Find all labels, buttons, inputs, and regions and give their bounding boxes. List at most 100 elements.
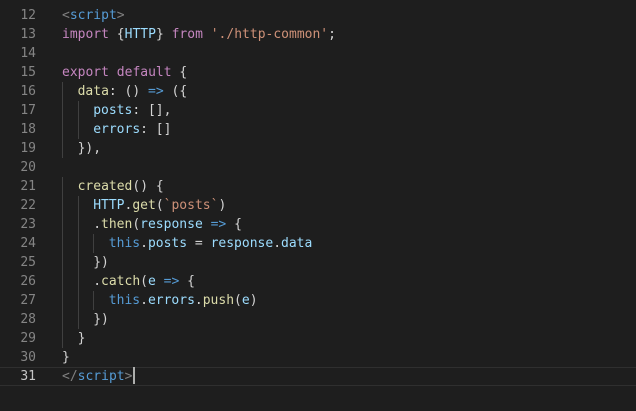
code-token: HTTP bbox=[93, 198, 125, 213]
indent-guide bbox=[77, 101, 79, 120]
code-line[interactable]: 26 .catch(e => { bbox=[0, 272, 636, 291]
code-line[interactable]: 20 bbox=[0, 158, 636, 177]
code-token: => bbox=[210, 217, 227, 232]
indent-guide bbox=[77, 215, 79, 234]
code-line[interactable]: 22 HTTP.get(`posts`) bbox=[0, 196, 636, 215]
code-token: => bbox=[163, 274, 180, 289]
code-token: created bbox=[77, 179, 133, 194]
code-line[interactable]: 13 import {HTTP} from './http-common'; bbox=[0, 25, 636, 44]
code-line[interactable]: 19}), bbox=[0, 139, 636, 158]
code-line[interactable]: 18 errors: [] bbox=[0, 120, 636, 139]
indent-guide bbox=[62, 177, 63, 196]
code-token: ( bbox=[155, 198, 164, 213]
code-token: get bbox=[132, 198, 156, 213]
line-number: 19 bbox=[20, 141, 36, 156]
code-line[interactable]: 27 this.errors.push(e) bbox=[0, 291, 636, 310]
code-editor[interactable]: 12 <script> 13 import {HTTP} from './http-c… bbox=[0, 0, 636, 411]
code-token: response bbox=[210, 236, 274, 251]
indent-guide bbox=[62, 234, 63, 253]
line-number: 22 bbox=[20, 198, 36, 213]
code-token: export bbox=[62, 65, 109, 80]
code-token: . bbox=[273, 236, 282, 251]
line-number: 13 bbox=[20, 27, 36, 42]
line-number: 21 bbox=[20, 179, 36, 194]
code-line[interactable]: 28}) bbox=[0, 310, 636, 329]
line-number: 18 bbox=[20, 122, 36, 137]
text-cursor bbox=[133, 367, 136, 384]
code-text: errors: [] bbox=[93, 120, 171, 139]
code-token: . bbox=[140, 293, 148, 308]
line-number: 25 bbox=[20, 255, 36, 270]
code-token: </ bbox=[62, 369, 78, 384]
indent-guide bbox=[77, 196, 79, 215]
code-token: }) bbox=[93, 312, 109, 327]
code-token: . bbox=[140, 236, 148, 251]
code-text: </script> bbox=[62, 367, 136, 386]
indent-guide bbox=[62, 253, 63, 272]
code-text: created() { bbox=[78, 177, 164, 196]
line-number: 14 bbox=[20, 46, 36, 61]
code-text: }) bbox=[93, 310, 109, 329]
code-token: catch bbox=[101, 274, 141, 289]
code-token: : () bbox=[108, 84, 149, 99]
line-number: 28 bbox=[20, 312, 36, 327]
code-text: } bbox=[78, 329, 86, 348]
code-line[interactable]: 25}) bbox=[0, 253, 636, 272]
code-token: e bbox=[241, 293, 250, 308]
code-token: import bbox=[62, 27, 109, 42]
code-token: data bbox=[77, 84, 109, 99]
indent-guide bbox=[62, 139, 63, 158]
code-line[interactable]: 12 <script> bbox=[0, 6, 636, 25]
code-token: { bbox=[179, 274, 195, 289]
code-token: e bbox=[147, 274, 156, 289]
line-number: 16 bbox=[20, 84, 36, 99]
code-line[interactable]: 24 this.posts = response.data bbox=[0, 234, 636, 253]
code-text: data: () => ({ bbox=[78, 82, 188, 101]
code-token: from bbox=[171, 27, 203, 42]
code-text: export default { bbox=[62, 63, 187, 82]
code-token: > bbox=[124, 369, 133, 384]
code-line[interactable]: 21 created() { bbox=[0, 177, 636, 196]
line-number: 29 bbox=[20, 331, 36, 346]
code-token: }) bbox=[93, 255, 109, 270]
indent-guide bbox=[77, 253, 79, 272]
code-text: this.errors.push(e) bbox=[109, 291, 258, 310]
indent-guide bbox=[77, 272, 79, 291]
line-number: 27 bbox=[20, 293, 36, 308]
code-line[interactable]: 31 </script> bbox=[0, 367, 636, 386]
code-token: => bbox=[148, 84, 164, 99]
code-token: then bbox=[101, 217, 133, 232]
indent-guide bbox=[77, 234, 79, 253]
code-line[interactable]: 17 posts: [], bbox=[0, 101, 636, 120]
code-token: this bbox=[108, 236, 141, 251]
code-token: ( bbox=[132, 217, 141, 232]
code-text: HTTP.get(`posts`) bbox=[93, 196, 226, 215]
code-token: script bbox=[77, 369, 125, 384]
code-text: <script> bbox=[62, 6, 125, 25]
indent-guide bbox=[62, 272, 63, 291]
code-token: }), bbox=[77, 141, 102, 156]
indent-guide bbox=[62, 329, 63, 348]
code-token: posts bbox=[93, 103, 133, 118]
code-line[interactable]: 14 bbox=[0, 44, 636, 63]
code-token: errors bbox=[147, 293, 195, 308]
code-text: import {HTTP} from './http-common'; bbox=[62, 25, 336, 44]
code-line[interactable]: 23 .then(response => { bbox=[0, 215, 636, 234]
code-token: . bbox=[194, 293, 203, 308]
indent-guide bbox=[77, 120, 79, 139]
code-line[interactable]: 30} bbox=[0, 348, 636, 367]
line-number: 26 bbox=[20, 274, 36, 289]
indent-guide bbox=[77, 310, 79, 329]
code-token: } bbox=[155, 27, 172, 42]
indent-guide bbox=[62, 120, 63, 139]
code-line[interactable]: 16 data: () => ({ bbox=[0, 82, 636, 101]
line-number: 12 bbox=[20, 8, 36, 23]
code-line[interactable]: 15 export default { bbox=[0, 63, 636, 82]
code-text: }) bbox=[93, 253, 109, 272]
indent-guide bbox=[62, 101, 63, 120]
code-line[interactable]: 29} bbox=[0, 329, 636, 348]
code-text: this.posts = response.data bbox=[109, 234, 313, 253]
